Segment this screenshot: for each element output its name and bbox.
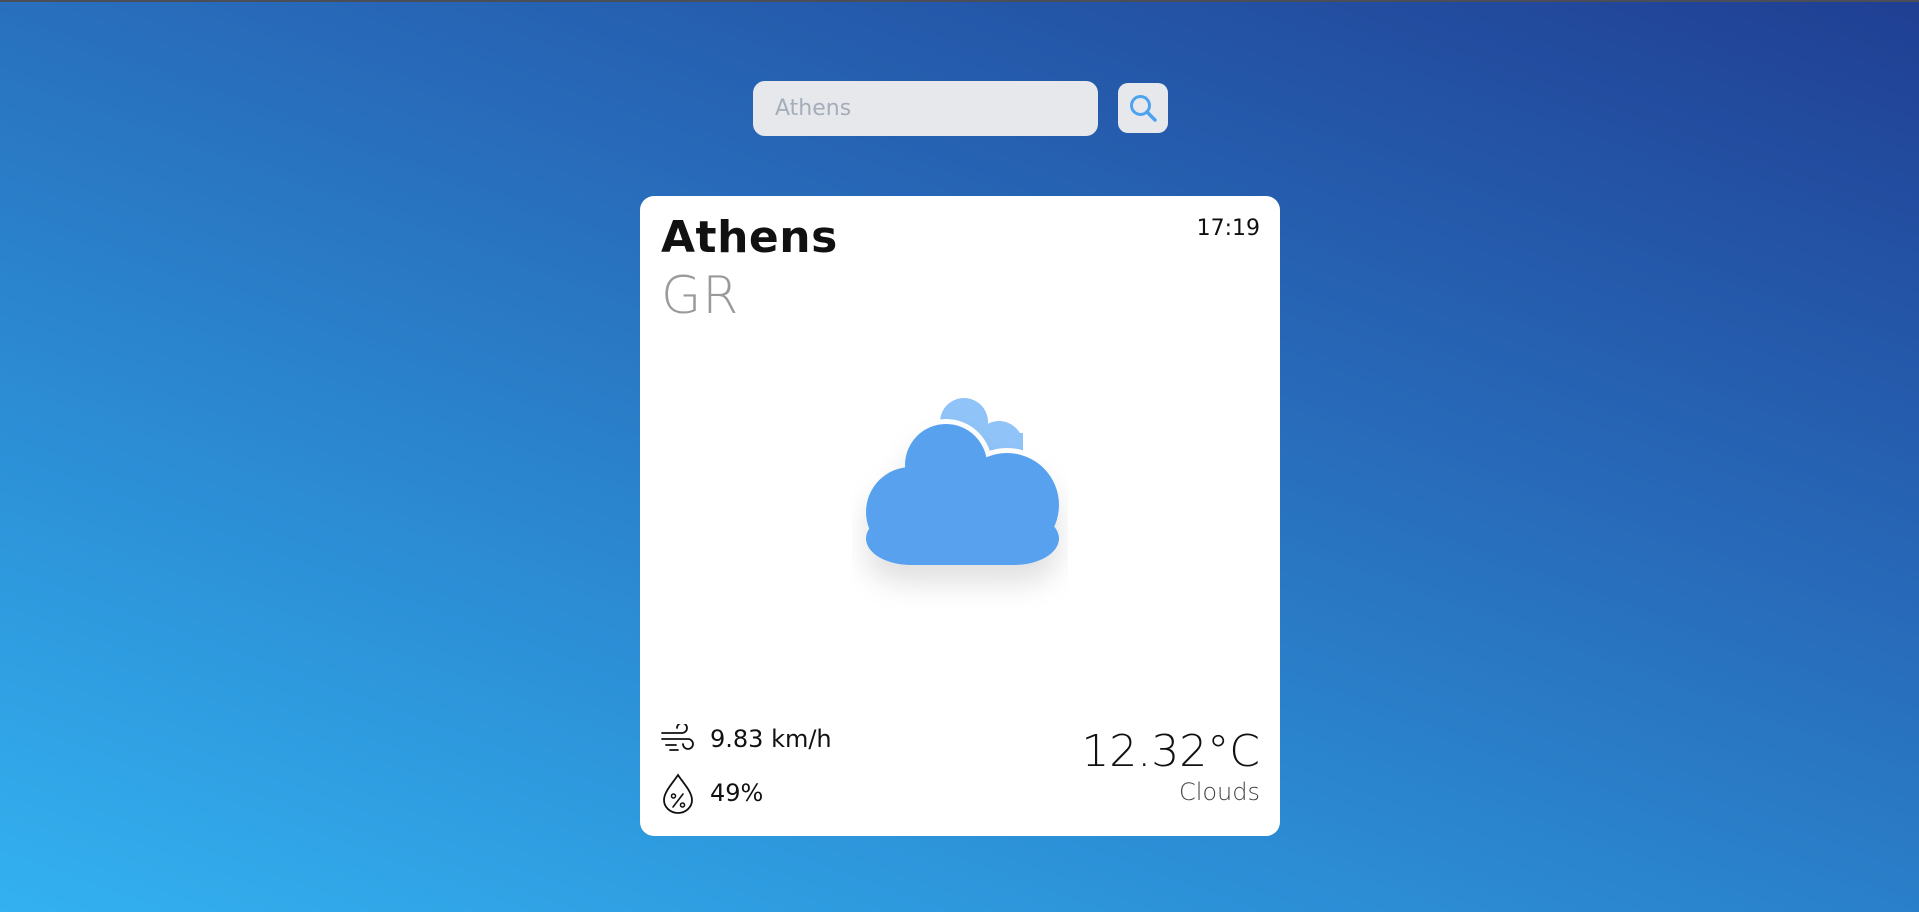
search-button[interactable] <box>1118 83 1168 133</box>
weather-condition: Clouds <box>1178 778 1260 806</box>
wind-row: 9.83 km/h <box>660 724 832 754</box>
search-bar <box>753 80 1098 137</box>
search-icon <box>1130 95 1157 122</box>
city-name: Athens <box>661 212 838 263</box>
humidity-drop-icon <box>663 773 693 814</box>
window-top-border <box>0 0 1919 2</box>
clouds-icon <box>861 398 1064 570</box>
search-input[interactable] <box>773 80 1078 137</box>
temperature: 12.32°C <box>1081 726 1260 777</box>
local-time: 17:19 <box>1196 216 1260 241</box>
weather-card: Athens GR 17:19 9.83 km/h 49% 12.32°C Cl… <box>640 196 1280 836</box>
wind-icon <box>661 724 694 751</box>
humidity-row: 49% <box>660 772 763 814</box>
country-code: GR <box>661 266 740 326</box>
wind-speed: 9.83 km/h <box>710 725 832 753</box>
humidity-value: 49% <box>710 779 764 807</box>
